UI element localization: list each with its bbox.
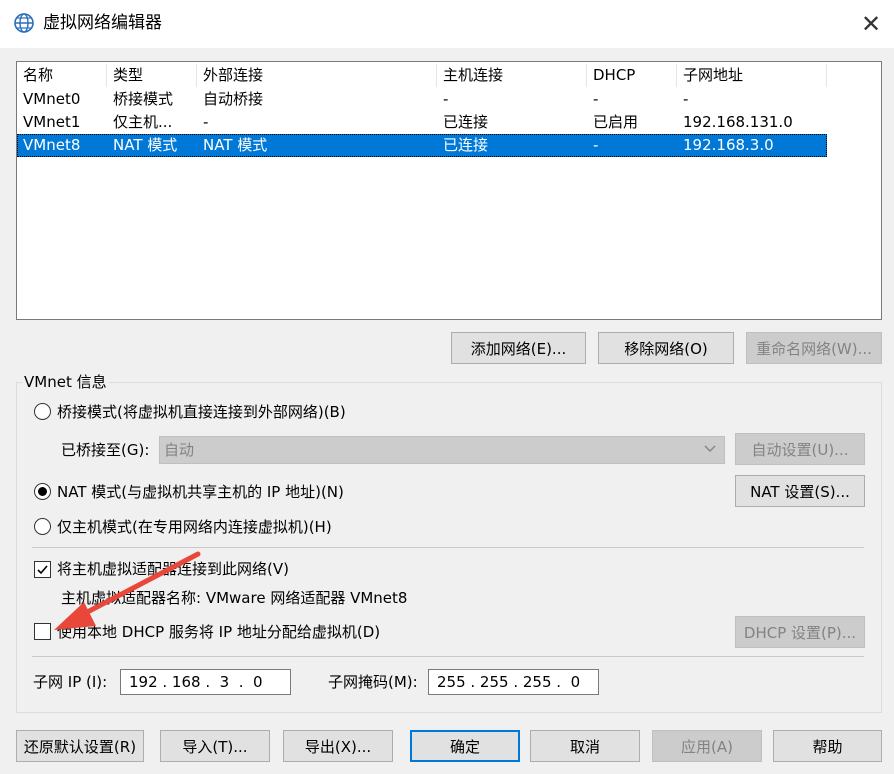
- row-name: VMnet0: [23, 90, 81, 108]
- subnet-ip-label: 子网 IP (I):: [33, 673, 108, 691]
- import-button[interactable]: 导入(T)...: [160, 730, 270, 762]
- column-header-host[interactable]: 主机连接: [437, 64, 587, 87]
- help-button[interactable]: 帮助: [773, 730, 882, 762]
- row-dhcp: 已启用: [593, 113, 639, 131]
- column-header-external[interactable]: 外部连接: [197, 64, 437, 87]
- bridged-to-value: 自动: [164, 441, 195, 459]
- add-network-button[interactable]: 添加网络(E)...: [451, 332, 586, 364]
- row-subnet: -: [683, 90, 689, 108]
- row-external: -: [203, 113, 209, 131]
- host-only-label[interactable]: 仅主机模式(在专用网络内连接虚拟机)(H): [57, 517, 332, 537]
- list-header: 名称 类型 外部连接 主机连接 DHCP 子网地址: [17, 64, 827, 87]
- close-button[interactable]: ✕: [848, 0, 894, 48]
- row-subnet: 192.168.3.0: [683, 136, 774, 154]
- row-name: VMnet8: [23, 136, 81, 154]
- ok-button[interactable]: 确定: [410, 730, 520, 762]
- auto-settings-button[interactable]: 自动设置(U)...: [735, 433, 865, 465]
- export-button[interactable]: 导出(X)...: [283, 730, 393, 762]
- bridged-mode-radio[interactable]: [34, 403, 51, 420]
- vmnet-info-label: VMnet 信息: [22, 373, 109, 391]
- host-only-radio[interactable]: [34, 518, 51, 535]
- subnet-ip-input[interactable]: 192 . 168 . 3 . 0: [120, 669, 291, 695]
- chevron-down-icon: [704, 445, 716, 452]
- cancel-button[interactable]: 取消: [530, 730, 640, 762]
- table-row[interactable]: VMnet0 桥接模式 自动桥接 - - -: [17, 88, 827, 111]
- column-header-name[interactable]: 名称: [17, 64, 107, 87]
- dhcp-settings-button[interactable]: DHCP 设置(P)...: [735, 616, 865, 648]
- network-list[interactable]: 名称 类型 外部连接 主机连接 DHCP 子网地址 VMnet0 桥接模式 自动…: [16, 61, 882, 320]
- apply-button[interactable]: 应用(A): [652, 730, 762, 762]
- nat-mode-label[interactable]: NAT 模式(与虚拟机共享主机的 IP 地址)(N): [57, 482, 344, 502]
- remove-network-button[interactable]: 移除网络(O): [598, 332, 734, 364]
- row-type: NAT 模式: [113, 136, 178, 154]
- rename-network-button[interactable]: 重命名网络(W)...: [746, 332, 882, 364]
- column-header-subnet[interactable]: 子网地址: [677, 64, 827, 87]
- subnet-mask-label: 子网掩码(M):: [328, 673, 418, 691]
- bridged-to-select[interactable]: 自动: [159, 436, 725, 464]
- row-dhcp: -: [593, 136, 599, 154]
- close-icon: ✕: [860, 10, 882, 38]
- column-header-dhcp[interactable]: DHCP: [587, 64, 677, 87]
- row-type: 仅主机...: [113, 113, 173, 131]
- nat-settings-button[interactable]: NAT 设置(S)...: [735, 475, 865, 507]
- nat-mode-radio[interactable]: [34, 483, 51, 500]
- table-row[interactable]: VMnet1 仅主机... - 已连接 已启用 192.168.131.0: [17, 111, 827, 134]
- column-header-type[interactable]: 类型: [107, 64, 197, 87]
- separator: [32, 656, 864, 657]
- row-host: 已连接: [443, 136, 489, 154]
- row-dhcp: -: [593, 90, 599, 108]
- table-row-selected[interactable]: VMnet8 NAT 模式 NAT 模式 已连接 - 192.168.3.0: [17, 134, 827, 157]
- bridged-to-label: 已桥接至(G):: [61, 441, 150, 459]
- window-title: 虚拟网络编辑器: [43, 13, 162, 33]
- row-type: 桥接模式: [113, 90, 174, 108]
- globe-icon: [14, 13, 34, 33]
- title-bar: 虚拟网络编辑器 ✕: [0, 0, 894, 48]
- restore-defaults-button[interactable]: 还原默认设置(R): [16, 730, 144, 762]
- row-host: -: [443, 90, 449, 108]
- subnet-mask-input[interactable]: 255 . 255 . 255 . 0: [428, 669, 599, 695]
- row-subnet: 192.168.131.0: [683, 113, 793, 131]
- row-name: VMnet1: [23, 113, 81, 131]
- annotation-arrow-icon: [54, 551, 201, 630]
- row-external: NAT 模式: [203, 136, 268, 154]
- row-external: 自动桥接: [203, 90, 264, 108]
- bridged-mode-label[interactable]: 桥接模式(将虚拟机直接连接到外部网络)(B): [57, 402, 346, 422]
- row-host: 已连接: [443, 113, 489, 131]
